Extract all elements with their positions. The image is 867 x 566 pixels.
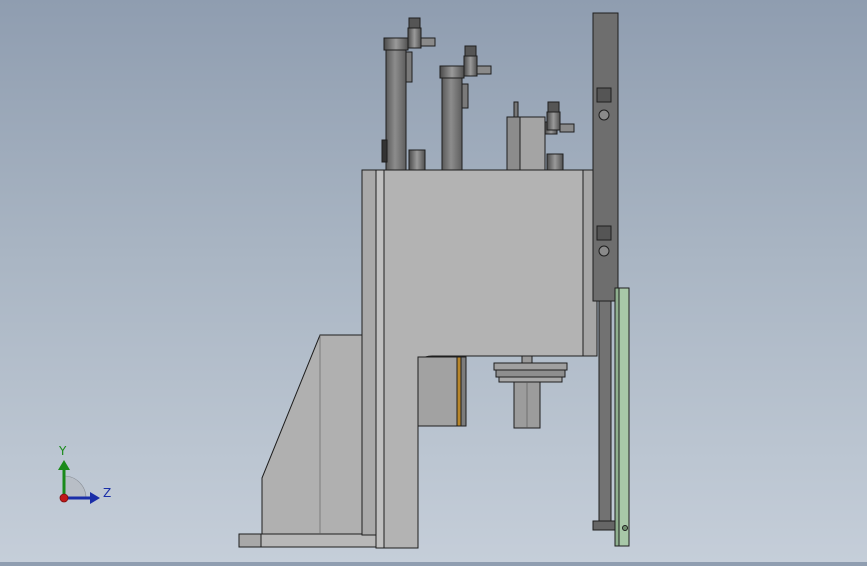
cylinder-2-elbow-top — [464, 45, 477, 57]
assembly-side-view: Y Z — [58, 12, 630, 549]
green-side-plate — [618, 287, 630, 547]
cylinder-1-sensor — [381, 139, 388, 163]
angled-support-bracket — [261, 334, 363, 535]
spindle-flange-top — [493, 362, 568, 371]
cylinder-2-elbow — [463, 55, 478, 77]
post-slot-upper — [596, 87, 612, 103]
cylinder-1-elbow-top — [408, 17, 421, 29]
column-plate-left — [361, 169, 377, 536]
valve-elbow — [546, 111, 561, 131]
valve-elbow-top — [547, 101, 560, 113]
valve-block-face — [519, 116, 546, 171]
post-guide-rod — [598, 300, 612, 524]
green-plate-edge — [614, 287, 620, 547]
column-plate-mid — [375, 169, 385, 549]
coordinate-triad: Y Z — [58, 444, 111, 504]
cylinder-1-body — [385, 49, 407, 171]
cylinder-2-cap — [439, 65, 465, 79]
spindle-flange-bottom — [498, 376, 563, 383]
cylinder-2-body — [441, 77, 463, 171]
main-c-frame-body — [376, 169, 584, 549]
green-plate-hole — [622, 525, 628, 531]
cylinder-2-mount — [461, 83, 469, 109]
y-axis-label: Y — [58, 444, 67, 458]
z-axis-label: Z — [103, 486, 111, 500]
jaw-block — [417, 356, 459, 427]
y-axis-arrow-head — [58, 460, 70, 470]
jaw-shim-brass — [456, 356, 462, 427]
base-foot-step — [238, 533, 262, 548]
jaw-shim-dark — [460, 356, 467, 427]
cylinder-1-cap — [383, 37, 409, 51]
cylinder-2-barb — [476, 65, 492, 75]
cad-viewport[interactable]: Y Z — [0, 0, 867, 562]
port-fitting-mid — [408, 149, 426, 171]
post-bolt-upper — [598, 109, 610, 121]
cylinder-1-elbow — [407, 27, 422, 49]
post-slot-lower — [596, 225, 612, 241]
x-axis-origin-dot — [59, 493, 69, 503]
post-rod-foot — [592, 520, 618, 531]
cylinder-1-mount — [405, 51, 413, 83]
cylinder-1-barb — [420, 37, 436, 47]
triad-plane-indicator — [63, 475, 87, 499]
z-axis-arrow-head — [90, 492, 100, 504]
spindle-flange-ring — [495, 369, 566, 378]
post-bolt-lower — [598, 245, 610, 257]
valve-bottom-fitting — [546, 153, 564, 171]
valve-barb — [559, 123, 575, 133]
right-vertical-post — [592, 12, 619, 302]
valve-stem — [513, 101, 519, 118]
